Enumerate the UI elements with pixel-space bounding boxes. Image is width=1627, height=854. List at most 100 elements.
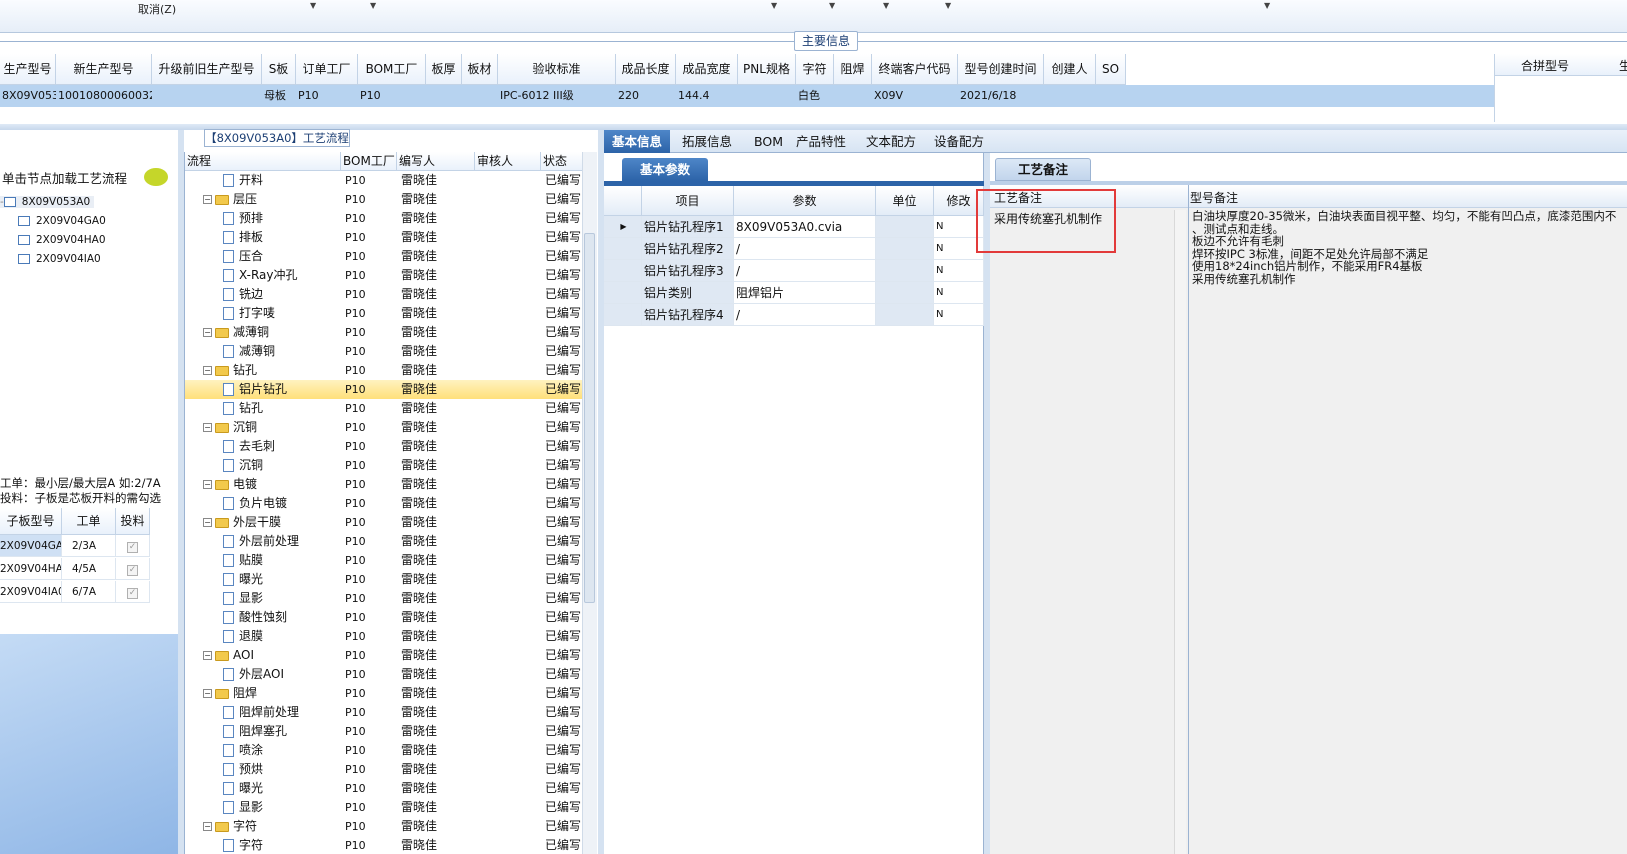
flow-step[interactable]: 字符 bbox=[223, 836, 263, 854]
flow-step[interactable]: 预烘 bbox=[223, 760, 263, 779]
cell-value[interactable] bbox=[462, 85, 498, 107]
column-header[interactable]: 创建人 bbox=[1044, 54, 1096, 85]
checkbox[interactable]: ✓ bbox=[127, 542, 138, 553]
column-header[interactable]: SO bbox=[1096, 54, 1126, 85]
cell-value[interactable]: 8X09V053A0 bbox=[0, 85, 56, 107]
cell-value[interactable]: 10010800060032 bbox=[56, 85, 152, 107]
flow-row[interactable]: − 外层干膜 P10 雷晓佳 已编写 bbox=[185, 513, 583, 532]
flow-step[interactable]: 曝光 bbox=[223, 570, 263, 589]
flow-step[interactable]: 贴膜 bbox=[223, 551, 263, 570]
scrollbar[interactable] bbox=[1174, 210, 1186, 854]
param-cell[interactable]: 阻焊铝片 bbox=[734, 282, 876, 304]
flow-step[interactable]: − 字符 bbox=[203, 817, 257, 836]
column-header[interactable]: BOM工厂 bbox=[341, 152, 397, 171]
param-cell[interactable]: / bbox=[734, 304, 876, 326]
flow-row[interactable]: 铝片钻孔 P10 雷晓佳 已编写 bbox=[185, 380, 583, 399]
flow-step[interactable]: 酸性蚀刻 bbox=[223, 608, 287, 627]
column-header[interactable]: 阻焊 bbox=[834, 54, 872, 85]
flow-row[interactable]: 去毛刺 P10 雷晓佳 已编写 bbox=[185, 437, 583, 456]
flow-step[interactable]: − 层压 bbox=[203, 190, 257, 209]
chevron-down-icon[interactable]: ▼ bbox=[883, 1, 889, 10]
unit-cell[interactable] bbox=[876, 216, 934, 238]
tab-0[interactable]: 基本信息 bbox=[604, 130, 671, 153]
row-selector[interactable] bbox=[604, 260, 642, 282]
column-header[interactable]: 新生产型号 bbox=[56, 54, 152, 85]
unit-cell[interactable] bbox=[876, 304, 934, 326]
flow-row[interactable]: − 阻焊 P10 雷晓佳 已编写 bbox=[185, 684, 583, 703]
cell-value[interactable] bbox=[426, 85, 462, 107]
cell-value[interactable] bbox=[1096, 85, 1126, 107]
flow-row[interactable]: 减薄铜 P10 雷晓佳 已编写 bbox=[185, 342, 583, 361]
cell-value[interactable]: 2021/6/18 bbox=[958, 85, 1044, 107]
unit-cell[interactable] bbox=[876, 238, 934, 260]
flow-step[interactable]: − 减薄铜 bbox=[203, 323, 269, 342]
flow-step[interactable]: 钻孔 bbox=[223, 399, 263, 418]
mod-cell[interactable]: N bbox=[934, 260, 984, 282]
flow-step[interactable]: 显影 bbox=[223, 589, 263, 608]
flow-row[interactable]: 酸性蚀刻 P10 雷晓佳 已编写 bbox=[185, 608, 583, 627]
item-cell[interactable]: 铝片钻孔程序3 bbox=[642, 260, 734, 282]
model-note-text[interactable]: 白油块厚度20-35微米，白油块表面目视平整、均匀，不能有凹凸点，底漆范围内不 … bbox=[1192, 210, 1627, 285]
column-header[interactable]: 状态 bbox=[541, 152, 583, 171]
feed-cell[interactable]: ✓ bbox=[116, 558, 150, 580]
flow-row[interactable]: − 钻孔 P10 雷晓佳 已编写 bbox=[185, 361, 583, 380]
row-selector[interactable]: ▶ bbox=[604, 216, 642, 238]
column-header[interactable]: 流程 bbox=[185, 152, 341, 171]
flow-row[interactable]: 阻焊塞孔 P10 雷晓佳 已编写 bbox=[185, 722, 583, 741]
flow-row[interactable]: 显影 P10 雷晓佳 已编写 bbox=[185, 589, 583, 608]
order-cell[interactable]: 4/5A bbox=[62, 558, 116, 580]
column-header[interactable]: 型号创建时间 bbox=[958, 54, 1044, 85]
column-header[interactable]: 验收标准 bbox=[498, 54, 616, 85]
order-cell[interactable]: 2/3A bbox=[62, 535, 116, 557]
column-header[interactable]: 板材 bbox=[462, 54, 498, 85]
column-header[interactable]: 参数 bbox=[734, 186, 876, 216]
flow-step[interactable]: 减薄铜 bbox=[223, 342, 275, 361]
flow-row[interactable]: 沉铜 P10 雷晓佳 已编写 bbox=[185, 456, 583, 475]
chevron-down-icon[interactable]: ▼ bbox=[310, 1, 316, 10]
column-header[interactable]: 投料 bbox=[116, 508, 150, 535]
column-header[interactable]: 成品长度 bbox=[616, 54, 676, 85]
cell-value[interactable]: P10 bbox=[358, 85, 426, 107]
cell-value[interactable]: P10 bbox=[296, 85, 358, 107]
column-header[interactable]: PNL规格 bbox=[738, 54, 796, 85]
collapse-icon[interactable]: − bbox=[203, 480, 212, 489]
mod-cell[interactable]: N bbox=[934, 282, 984, 304]
cell-value[interactable]: IPC-6012 III级 bbox=[498, 85, 616, 107]
tree-node[interactable]: 2X09V04HA0 bbox=[18, 234, 106, 246]
column-header[interactable]: 订单工厂 bbox=[296, 54, 358, 85]
flow-row[interactable]: 排板 P10 雷晓佳 已编写 bbox=[185, 228, 583, 247]
flow-step[interactable]: 负片电镀 bbox=[223, 494, 287, 513]
flow-step[interactable]: 曝光 bbox=[223, 779, 263, 798]
param-cell[interactable]: / bbox=[734, 238, 876, 260]
flow-step[interactable]: − 钻孔 bbox=[203, 361, 257, 380]
chevron-down-icon[interactable]: ▼ bbox=[771, 1, 777, 10]
tab-4[interactable]: 文本配方 bbox=[858, 130, 924, 153]
tab-5[interactable]: 设备配方 bbox=[926, 130, 992, 153]
flow-row[interactable]: − AOI P10 雷晓佳 已编写 bbox=[185, 646, 583, 665]
flow-row[interactable]: X-Ray冲孔 P10 雷晓佳 已编写 bbox=[185, 266, 583, 285]
column-header[interactable]: 审核人 bbox=[475, 152, 541, 171]
unit-cell[interactable] bbox=[876, 282, 934, 304]
tab-basic-params[interactable]: 基本参数 bbox=[622, 158, 708, 181]
checkbox[interactable]: ✓ bbox=[127, 565, 138, 576]
tab-3[interactable]: 产品特性 bbox=[788, 130, 854, 153]
chevron-down-icon[interactable]: ▼ bbox=[1264, 1, 1270, 10]
item-cell[interactable]: 铝片钻孔程序4 bbox=[642, 304, 734, 326]
feed-cell[interactable]: ✓ bbox=[116, 581, 150, 603]
flow-step[interactable]: 铣边 bbox=[223, 285, 263, 304]
column-header[interactable]: 升级前旧生产型号 bbox=[152, 54, 262, 85]
order-cell[interactable]: 6/7A bbox=[62, 581, 116, 603]
flow-row[interactable]: 曝光 P10 雷晓佳 已编写 bbox=[185, 570, 583, 589]
column-header[interactable]: 单位 bbox=[876, 186, 934, 216]
flow-row[interactable]: 阻焊前处理 P10 雷晓佳 已编写 bbox=[185, 703, 583, 722]
cell-value[interactable]: 白色 bbox=[796, 85, 834, 107]
column-header[interactable]: 子板型号 bbox=[0, 508, 62, 535]
column-header[interactable]: 编写人 bbox=[397, 152, 475, 171]
flow-step[interactable]: − 外层干膜 bbox=[203, 513, 281, 532]
collapse-icon[interactable]: − bbox=[203, 689, 212, 698]
flow-row[interactable]: 贴膜 P10 雷晓佳 已编写 bbox=[185, 551, 583, 570]
flow-row[interactable]: − 层压 P10 雷晓佳 已编写 bbox=[185, 190, 583, 209]
cell-value[interactable]: 220 bbox=[616, 85, 676, 107]
collapse-icon[interactable]: − bbox=[203, 366, 212, 375]
param-cell[interactable]: / bbox=[734, 260, 876, 282]
